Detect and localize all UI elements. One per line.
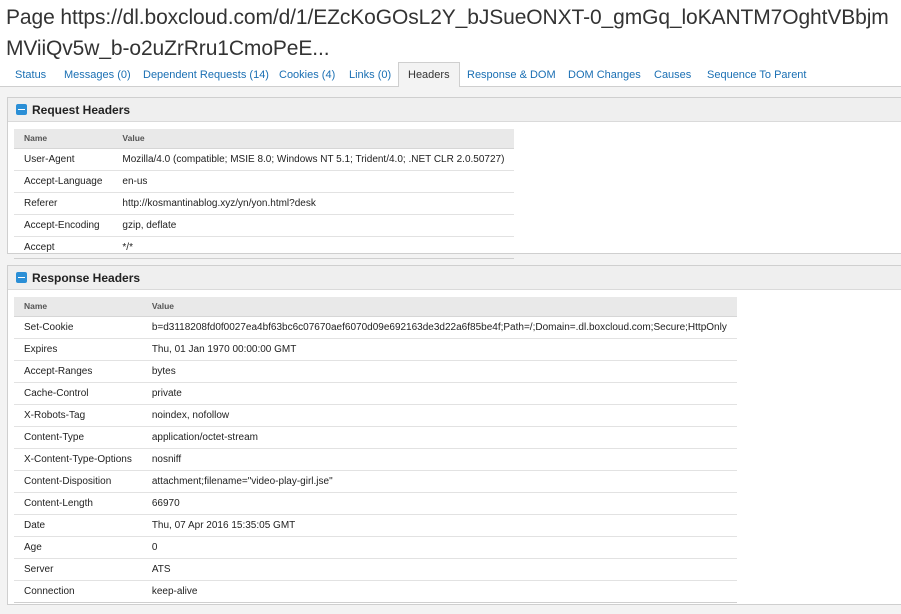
table-row: Date Thu, 07 Apr 2016 15:35:05 GMT <box>14 514 737 537</box>
header-name: Accept-Ranges <box>14 360 142 383</box>
header-name: X-Content-Type-Options <box>14 448 142 471</box>
header-value: application/octet-stream <box>141 426 737 449</box>
header-value: nosniff <box>141 448 737 471</box>
table-header-row: Name Value <box>14 297 737 317</box>
column-header-name: Name <box>14 297 142 317</box>
table-row: Server ATS <box>14 558 737 581</box>
request-headers-panel: Request Headers Name Value User-Agent Mo… <box>7 97 901 259</box>
tab-cookies[interactable]: Cookies (4) <box>270 63 344 87</box>
table-row: Cache-Control private <box>14 382 737 405</box>
response-headers-table: Name Value Set-Cookie b=d3118208fd0f0027… <box>14 297 737 603</box>
request-headers-title: Request Headers <box>32 103 131 117</box>
header-name: Accept-Encoding <box>14 214 113 237</box>
tab-bar: Status Messages (0) Dependent Requests (… <box>0 62 901 88</box>
page-title: Page https://dl.boxcloud.com/d/1/EZcKoGO… <box>6 6 889 60</box>
tab-response-dom[interactable]: Response & DOM <box>458 63 565 87</box>
table-row: X-Content-Type-Options nosniff <box>14 448 737 471</box>
table-row: Expires Thu, 01 Jan 1970 00:00:00 GMT <box>14 338 737 361</box>
collapse-icon[interactable] <box>16 104 27 115</box>
table-row: Age 0 <box>14 536 737 559</box>
tab-sequence-to-parent[interactable]: Sequence To Parent <box>698 63 815 87</box>
header-name: Server <box>14 558 142 581</box>
header-name: Content-Length <box>14 492 142 515</box>
header-name: Cache-Control <box>14 382 142 405</box>
column-header-name: Name <box>14 129 113 149</box>
table-row: Accept */* <box>14 236 515 259</box>
header-value: private <box>141 382 737 405</box>
response-headers-panel: Response Headers Name Value Set-Cookie b… <box>7 265 901 605</box>
header-value: Thu, 01 Jan 1970 00:00:00 GMT <box>141 338 737 361</box>
header-name: Content-Type <box>14 426 142 449</box>
request-headers-table: Name Value User-Agent Mozilla/4.0 (compa… <box>14 129 515 259</box>
table-row: Content-Type application/octet-stream <box>14 426 737 449</box>
header-value: en-us <box>112 170 515 193</box>
header-value: b=d3118208fd0f0027ea4bf63bc6c07670aef607… <box>141 316 737 339</box>
table-row: Connection keep-alive <box>14 580 737 603</box>
header-name: Referer <box>14 192 113 215</box>
header-name: Content-Disposition <box>14 470 142 493</box>
header-name: User-Agent <box>14 148 113 171</box>
table-row: Set-Cookie b=d3118208fd0f0027ea4bf63bc6c… <box>14 316 737 339</box>
response-headers-header[interactable]: Response Headers <box>8 266 901 290</box>
table-row: Content-Length 66970 <box>14 492 737 515</box>
header-name: X-Robots-Tag <box>14 404 142 427</box>
header-name: Set-Cookie <box>14 316 142 339</box>
header-name: Accept <box>14 236 113 259</box>
header-value: 0 <box>141 536 737 559</box>
table-row: Content-Disposition attachment;filename=… <box>14 470 737 493</box>
header-value: Mozilla/4.0 (compatible; MSIE 8.0; Windo… <box>112 148 515 171</box>
tab-dom-changes[interactable]: DOM Changes <box>559 63 650 87</box>
tab-status[interactable]: Status <box>6 63 55 87</box>
header-value: bytes <box>141 360 737 383</box>
header-value: Thu, 07 Apr 2016 15:35:05 GMT <box>141 514 737 537</box>
header-value: attachment;filename="video-play-girl.jse… <box>141 470 737 493</box>
tab-dependent-requests[interactable]: Dependent Requests (14) <box>134 63 278 87</box>
header-name: Date <box>14 514 142 537</box>
header-value: noindex, nofollow <box>141 404 737 427</box>
header-value: ATS <box>141 558 737 581</box>
table-row: Accept-Language en-us <box>14 170 515 193</box>
header-name: Accept-Language <box>14 170 113 193</box>
header-name: Connection <box>14 580 142 603</box>
table-row: X-Robots-Tag noindex, nofollow <box>14 404 737 427</box>
table-header-row: Name Value <box>14 129 515 149</box>
column-header-value: Value <box>112 129 515 149</box>
tab-causes[interactable]: Causes <box>645 63 700 87</box>
tab-messages[interactable]: Messages (0) <box>55 63 140 87</box>
table-row: Referer http://kosmantinablog.xyz/yn/yon… <box>14 192 515 215</box>
response-headers-title: Response Headers <box>32 271 141 285</box>
header-name: Expires <box>14 338 142 361</box>
header-value: http://kosmantinablog.xyz/yn/yon.html?de… <box>112 192 515 215</box>
table-row: Accept-Ranges bytes <box>14 360 737 383</box>
collapse-icon[interactable] <box>16 272 27 283</box>
tab-links[interactable]: Links (0) <box>340 63 400 87</box>
request-headers-header[interactable]: Request Headers <box>8 98 901 122</box>
tab-headers[interactable]: Headers <box>398 62 460 88</box>
header-value: 66970 <box>141 492 737 515</box>
header-value: gzip, deflate <box>112 214 515 237</box>
header-name: Age <box>14 536 142 559</box>
column-header-value: Value <box>141 297 737 317</box>
table-row: User-Agent Mozilla/4.0 (compatible; MSIE… <box>14 148 515 171</box>
header-value: */* <box>112 236 515 259</box>
table-row: Accept-Encoding gzip, deflate <box>14 214 515 237</box>
header-value: keep-alive <box>141 580 737 603</box>
